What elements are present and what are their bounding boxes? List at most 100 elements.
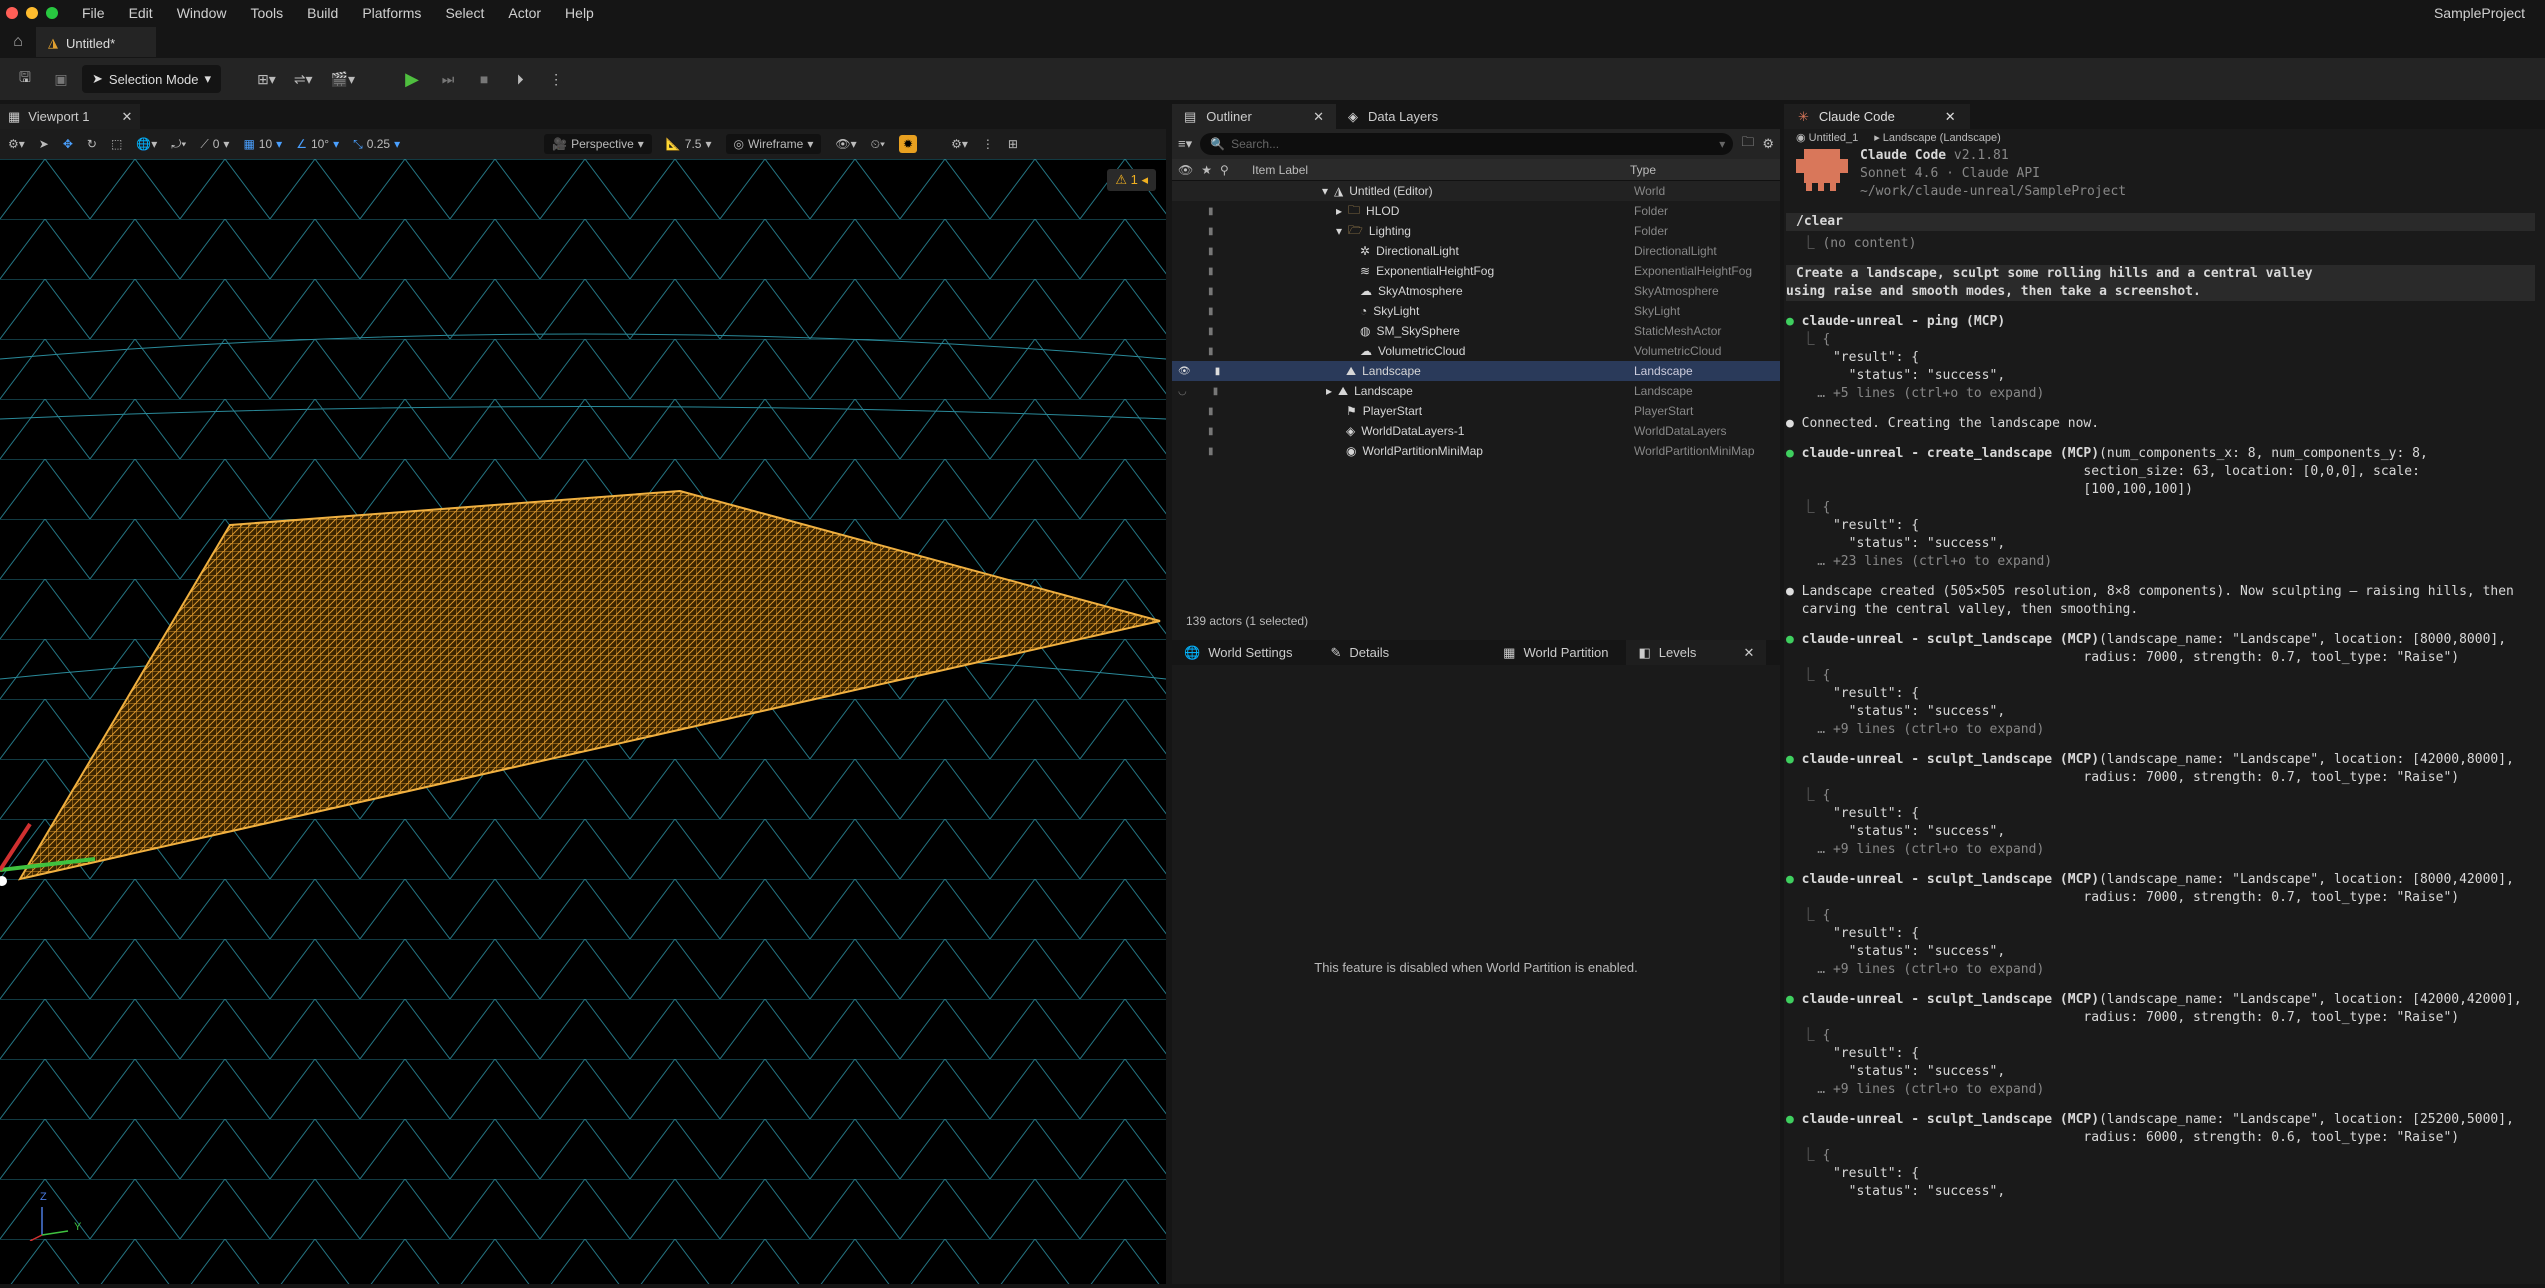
maximize-window-button[interactable] [46,7,58,19]
more-options-icon[interactable]: ⋮ [541,64,571,94]
menu-build[interactable]: Build [295,0,350,26]
home-icon[interactable]: ⌂ [0,26,36,58]
tree-row[interactable]: ▮ ◈ WorldDataLayers-1 WorldDataLayers [1172,421,1780,441]
rotate-snap[interactable]: ⟋ 0 ▾ [200,137,229,152]
breadcrumb-actor[interactable]: ▸ Landscape (Landscape) [1874,131,2001,144]
close-window-button[interactable] [6,7,18,19]
tab-claude-code[interactable]: ✳ Claude Code ✕ [1784,104,1970,129]
scale-snap[interactable]: ⤡ 0.25 ▾ [353,137,400,152]
row-visibility[interactable]: ▮ [1172,226,1242,237]
menu-file[interactable]: File [70,0,117,26]
breadcrumb-level[interactable]: ◉ Untitled_1 [1796,131,1858,144]
tree-row[interactable]: ▮ ✲ DirectionalLight DirectionalLight [1172,241,1780,261]
cinematics-icon[interactable]: 🎬▾ [325,64,361,94]
menu-help[interactable]: Help [553,0,606,26]
settings-icon[interactable]: ⚙▾ [951,137,968,151]
play-icon[interactable]: ▶ [397,64,427,94]
tree-row-selected[interactable]: 👁 ▮ ⛰ Landscape Landscape [1172,361,1780,381]
settings-icon[interactable]: ⚙ [1762,136,1774,152]
minimize-window-button[interactable] [26,7,38,19]
save-icon[interactable]: 🖫 [10,64,40,94]
launch-icon[interactable]: ⏵ [505,64,535,94]
tab-world-settings[interactable]: 🌐 World Settings [1172,640,1304,665]
menu-edit[interactable]: Edit [117,0,165,26]
move-tool-icon[interactable]: ✥ [63,137,73,151]
add-folder-icon[interactable]: 🗀 [1741,133,1754,155]
tree-row[interactable]: ▮ ◉ WorldPartitionMiniMap WorldPartitionMin… [1172,441,1780,461]
tab-data-layers[interactable]: ◈ Data Layers [1336,104,1450,129]
warning-indicator[interactable]: ⚠ 1 ◂ [1107,169,1156,191]
menu-select[interactable]: Select [433,0,496,26]
row-visibility[interactable]: 👁 ▮ [1172,366,1242,377]
row-visibility[interactable]: ▮ [1172,266,1242,277]
row-visibility[interactable]: ▮ [1172,326,1242,337]
select-tool-icon[interactable]: ➤ [39,137,49,151]
tree-row[interactable]: ▾ ◮ Untitled (Editor) World [1172,181,1780,201]
row-visibility[interactable]: ▮ [1172,306,1242,317]
expand-arrow-icon[interactable]: ▸ [1336,204,1342,218]
selection-mode-dropdown[interactable]: ➤ Selection Mode ▾ [82,65,222,93]
layout-icon[interactable]: ⊞ [1008,137,1018,151]
row-visibility[interactable]: ▮ [1172,346,1242,357]
tree-row[interactable]: ▮ ⚑ PlayerStart PlayerStart [1172,401,1780,421]
menu-actor[interactable]: Actor [496,0,553,26]
tree-row[interactable]: ▮ ☁ SkyAtmosphere SkyAtmosphere [1172,281,1780,301]
fov-dropdown[interactable]: 📐 7.5 ▾ [666,137,712,151]
menu-window[interactable]: Window [165,0,239,26]
outliner-search-input[interactable]: 🔍 Search... ▾ [1200,133,1734,155]
stop-icon[interactable]: ■ [469,64,499,94]
close-icon[interactable]: ✕ [1945,109,1956,125]
row-visibility[interactable]: ▮ [1172,426,1242,437]
rotate-tool-icon[interactable]: ↻ [87,137,97,151]
column-type[interactable]: Type [1626,163,1656,177]
tab-world-partition[interactable]: ▦ World Partition [1491,640,1620,665]
content-browser-icon[interactable]: ▣ [46,64,76,94]
expand-hint[interactable]: … +9 lines (ctrl+o to expand) [1786,1081,2535,1099]
tree-row[interactable]: ◡ ▮ ▸ ⛰ Landscape Landscape [1172,381,1780,401]
column-item-label[interactable]: Item Label [1242,163,1626,177]
tab-details[interactable]: ✎ Details [1318,640,1401,665]
row-visibility[interactable]: ▮ [1172,446,1242,457]
tree-row[interactable]: ▮ ▸ 🗀 HLOD Folder [1172,201,1780,221]
angle-snap[interactable]: ∠ 10° ▾ [296,137,339,151]
row-visibility[interactable]: ▮ [1172,286,1242,297]
close-icon[interactable]: ✕ [1744,645,1755,661]
filter-icon[interactable]: ≡▾ [1178,136,1192,152]
tree-row[interactable]: ▮ ▾ 🗁 Lighting Folder [1172,221,1780,241]
expand-hint[interactable]: … +5 lines (ctrl+o to expand) [1786,385,2535,403]
expand-arrow-icon[interactable]: ▾ [1322,184,1328,198]
grid-snap[interactable]: ▦ 10 ▾ [243,137,282,151]
tree-row[interactable]: ▮ ≋ ExponentialHeightFog ExponentialHeightF… [1172,261,1780,281]
expand-hint[interactable]: … +9 lines (ctrl+o to expand) [1786,961,2535,979]
expand-hint[interactable]: … +9 lines (ctrl+o to expand) [1786,841,2535,859]
tab-outliner[interactable]: ▤ Outliner ✕ [1172,104,1336,129]
tree-row[interactable]: ▮ ☁ VolumetricCloud VolumetricCloud [1172,341,1780,361]
menu-platforms[interactable]: Platforms [350,0,433,26]
world-local-icon[interactable]: 🌐▾ [136,137,157,151]
realtime-icon[interactable]: ✹ [899,135,918,153]
tree-row[interactable]: ▮ ◍ SM_SkySphere StaticMeshActor [1172,321,1780,341]
expand-arrow-icon[interactable]: ▸ [1326,384,1332,398]
document-tab[interactable]: ◮ Untitled* [36,27,156,57]
viewport-tab[interactable]: ▦ Viewport 1 ✕ [0,104,141,129]
step-icon[interactable]: ⏭ [433,64,463,94]
performance-icon[interactable]: ⏲▾ [871,137,885,152]
expand-hint[interactable]: … +23 lines (ctrl+o to expand) [1786,553,2535,571]
blueprint-icon[interactable]: ⇌▾ [288,64,319,94]
row-visibility[interactable]: ▮ [1172,406,1242,417]
add-actor-icon[interactable]: ⊞▾ [251,64,282,94]
more-icon[interactable]: ⋮ [982,137,994,151]
viewport-canvas[interactable]: ⚠ 1 ◂ Z Y [0,159,1166,1284]
scale-tool-icon[interactable]: ⬚ [111,137,122,151]
expand-arrow-icon[interactable]: ▾ [1336,224,1342,238]
row-visibility[interactable]: ▮ [1172,206,1242,217]
show-flags-icon[interactable]: 👁▾ [835,137,856,151]
expand-hint[interactable]: … +9 lines (ctrl+o to expand) [1786,721,2535,739]
row-visibility[interactable]: ◡ ▮ [1172,386,1242,397]
transform-menu[interactable]: ⚙▾ [8,137,25,151]
tab-levels[interactable]: ◧ Levels ✕ [1626,640,1767,665]
perspective-dropdown[interactable]: 🎥 Perspective ▾ [544,134,652,154]
row-visibility[interactable]: ▮ [1172,246,1242,257]
close-icon[interactable]: ✕ [1313,109,1324,125]
menu-tools[interactable]: Tools [238,0,295,26]
